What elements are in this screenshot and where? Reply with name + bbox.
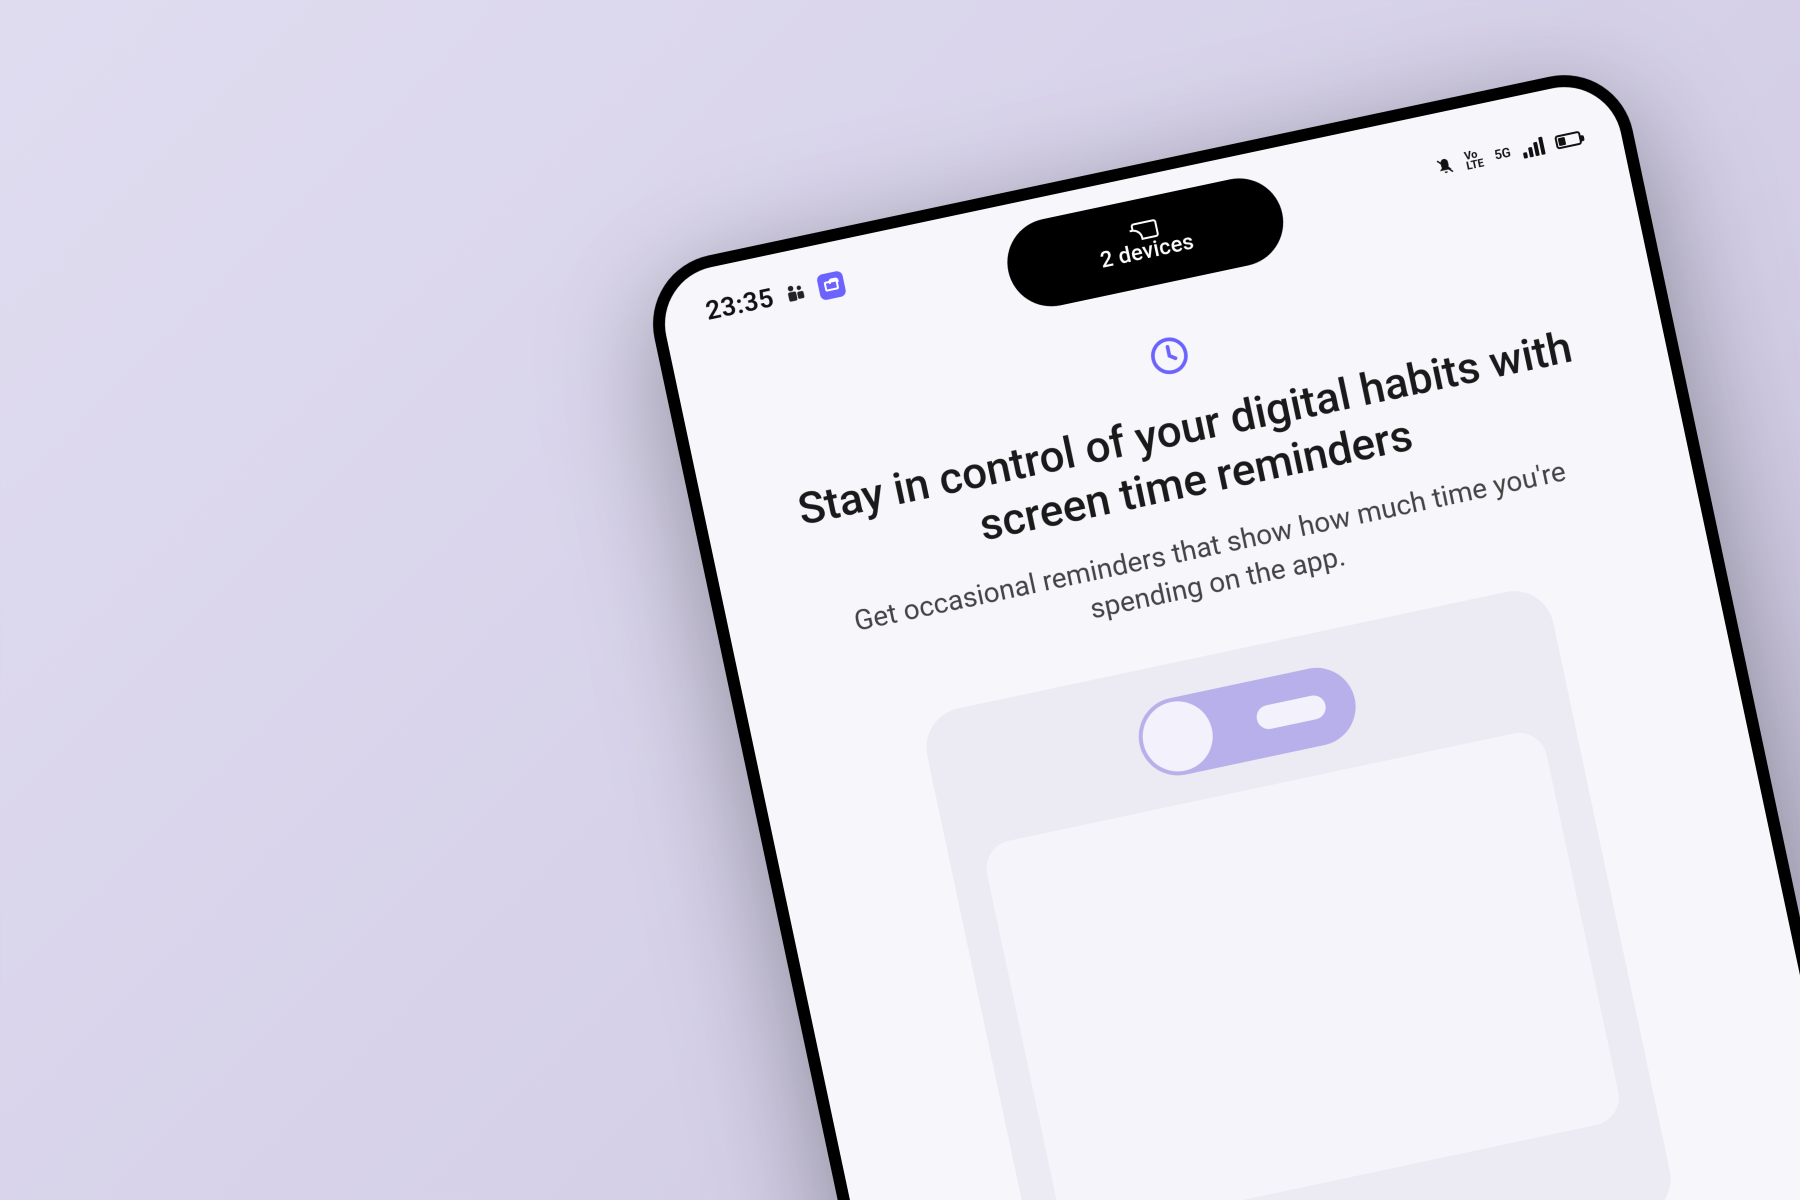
status-time: 23:35: [703, 283, 777, 327]
onboarding-content: Stay in control of your digital habits w…: [687, 233, 1800, 1200]
status-bar-left: 23:35: [703, 268, 847, 327]
dynamic-island[interactable]: 2 devices: [999, 170, 1291, 314]
toggle-slot: [1254, 693, 1327, 731]
illustration-panel: [981, 728, 1624, 1200]
phone-frame: 23:35 2 devices: [640, 62, 1800, 1200]
reminder-toggle[interactable]: [1132, 661, 1363, 783]
battery-fill: [1558, 137, 1567, 146]
teams-icon: [783, 280, 809, 306]
clock-icon: [1143, 330, 1196, 386]
cast-icon: [1130, 219, 1155, 239]
toggle-knob: [1136, 695, 1219, 778]
phone-device: 23:35 2 devices: [640, 62, 1800, 1200]
mute-icon: [1434, 155, 1456, 178]
volte-badge: Vo LTE: [1463, 149, 1484, 172]
signal-bars-icon: [1520, 137, 1545, 159]
phone-screen: 23:35 2 devices: [654, 76, 1800, 1200]
status-bar-right: Vo LTE 5G: [1434, 128, 1583, 178]
illustration-card: [919, 584, 1678, 1200]
network-type-label: 5G: [1493, 145, 1512, 163]
photo-scene: 23:35 2 devices: [0, 0, 1800, 1200]
battery-icon: [1554, 131, 1582, 150]
android-app-icon: [816, 270, 847, 301]
